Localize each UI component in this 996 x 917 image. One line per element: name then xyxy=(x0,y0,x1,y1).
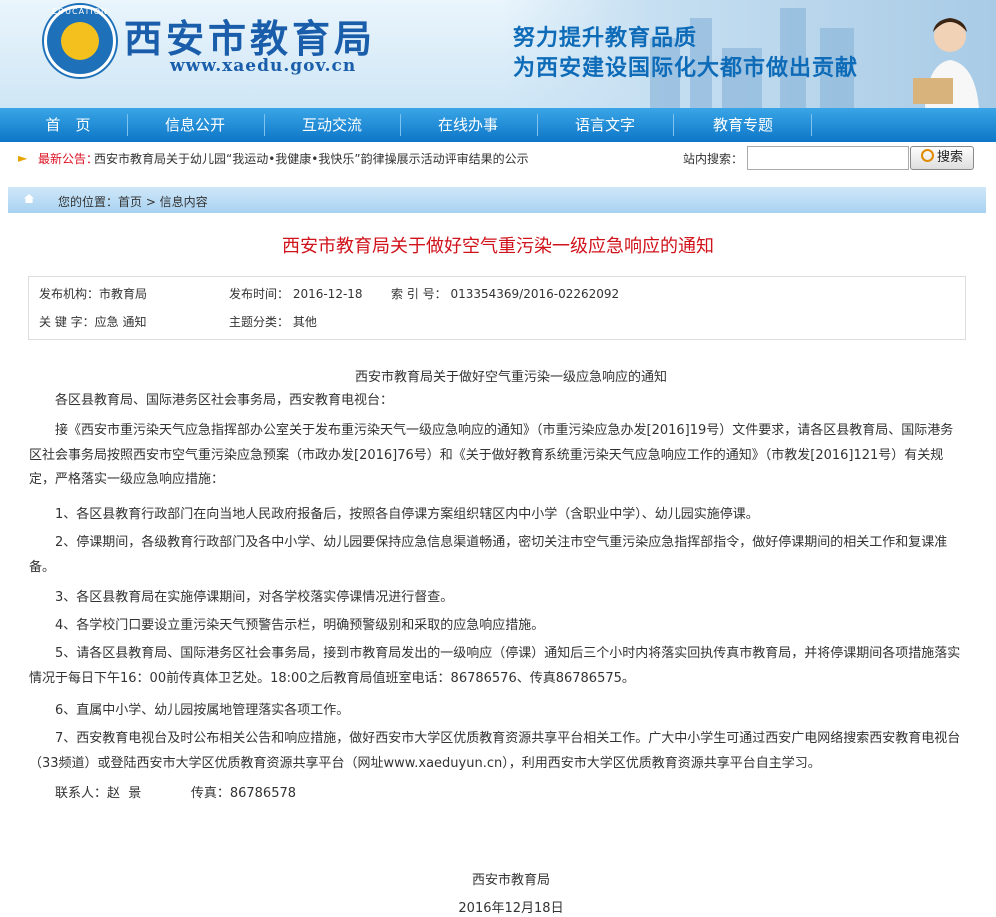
nav-education-topics[interactable]: 教育专题 xyxy=(683,108,803,142)
nav-interaction[interactable]: 互动交流 xyxy=(272,108,392,142)
paragraph: 2、停课期间，各级教育行政部门及各中小学、幼儿园要保持应急信息渠道畅通，密切关注… xyxy=(29,535,948,575)
breadcrumb-text[interactable]: 您的位置：首页 > 信息内容 xyxy=(58,193,208,210)
meta-publisher: 发布机构：市教育局 xyxy=(39,287,148,301)
site-url: www.xaedu.gov.cn xyxy=(170,56,357,76)
site-header: EDUCATION 西安市教育局 www.xaedu.gov.cn 努力提升教育… xyxy=(0,0,996,108)
document-title: 西安市教育局关于做好空气重污染一级应急响应的通知 xyxy=(354,370,667,385)
paragraph: 7、西安教育电视台及时公布相关公告和响应措施，做好西安市大学区优质教育资源共享平… xyxy=(29,731,961,771)
paragraph: 接《西安市重污染天气应急指挥部办公室关于发布重污染天气一级应急响应的通知》（市重… xyxy=(29,423,954,487)
paragraph: 各区县教育局、国际港务区社会事务局，西安教育电视台： xyxy=(55,393,394,408)
main-nav: 首 页 信息公开 互动交流 在线办事 语言文字 教育专题 xyxy=(0,108,996,142)
search-button[interactable]: 搜索 xyxy=(910,146,974,170)
search-input[interactable] xyxy=(747,146,909,170)
megaphone-icon: ► xyxy=(18,151,28,165)
notice-bar: ► 最新公告： 西安市教育局关于幼儿园“我运动•我健康•我快乐”韵律操展示活动评… xyxy=(0,142,996,172)
paragraph: 4、各学校门口要设立重污染天气预警告示栏，明确预警级别和采取的应急响应措施。 xyxy=(55,618,545,633)
search-label: 站内搜索： xyxy=(683,152,744,166)
paragraph: 6、直属中小学、幼儿园按属地管理落实各项工作。 xyxy=(55,703,350,718)
signature: 西安市教育局 xyxy=(471,873,550,888)
meta-keywords: 关 键 字：应急 通知 xyxy=(39,315,147,329)
home-icon[interactable] xyxy=(24,194,34,203)
nav-online-service[interactable]: 在线办事 xyxy=(408,108,528,142)
meta-category: 主题分类： 其他 xyxy=(229,315,317,329)
nav-home[interactable]: 首 页 xyxy=(8,108,128,142)
slogan-line1: 努力提升教育品质 xyxy=(513,25,698,51)
meta-publish-time: 发布时间： 2016-12-18 xyxy=(229,287,363,301)
slogan-line2: 为西安建设国际化大都市做出贡献 xyxy=(513,55,859,81)
notice-link[interactable]: 西安市教育局关于幼儿园“我运动•我健康•我快乐”韵律操展示活动评审结果的公示 xyxy=(94,150,529,167)
nav-info-disclosure[interactable]: 信息公开 xyxy=(135,108,255,142)
paragraph: 5、请各区县教育局、国际港务区社会事务局，接到市教育局发出的一级响应（停课）通知… xyxy=(29,646,961,686)
article-title: 西安市教育局关于做好空气重污染一级应急响应的通知 xyxy=(282,236,714,257)
nav-language[interactable]: 语言文字 xyxy=(545,108,665,142)
meta-index-no: 索 引 号： 013354369/2016-02262092 xyxy=(391,287,620,301)
search-icon xyxy=(920,149,934,162)
paragraph: 3、各区县教育局在实施停课期间，对各学校落实停课情况进行督查。 xyxy=(55,590,454,605)
paragraph: 1、各区县教育行政部门在向当地人民政府报备后，按照各自停课方案组织辖区内中小学（… xyxy=(55,507,759,522)
breadcrumb: 您的位置：首页 > 信息内容 xyxy=(8,187,986,213)
article-meta: 发布机构：市教育局 发布时间： 2016-12-18 索 引 号： 013354… xyxy=(28,276,966,340)
site-title[interactable]: 西安市教育局 xyxy=(124,8,376,63)
education-logo[interactable]: EDUCATION xyxy=(44,5,116,77)
contact-line: 联系人：赵 景 传真：86786578 xyxy=(55,786,297,801)
student-illustration xyxy=(913,18,979,108)
notice-label: 最新公告： xyxy=(38,152,99,166)
signature-date: 2016年12月18日 xyxy=(458,901,564,916)
